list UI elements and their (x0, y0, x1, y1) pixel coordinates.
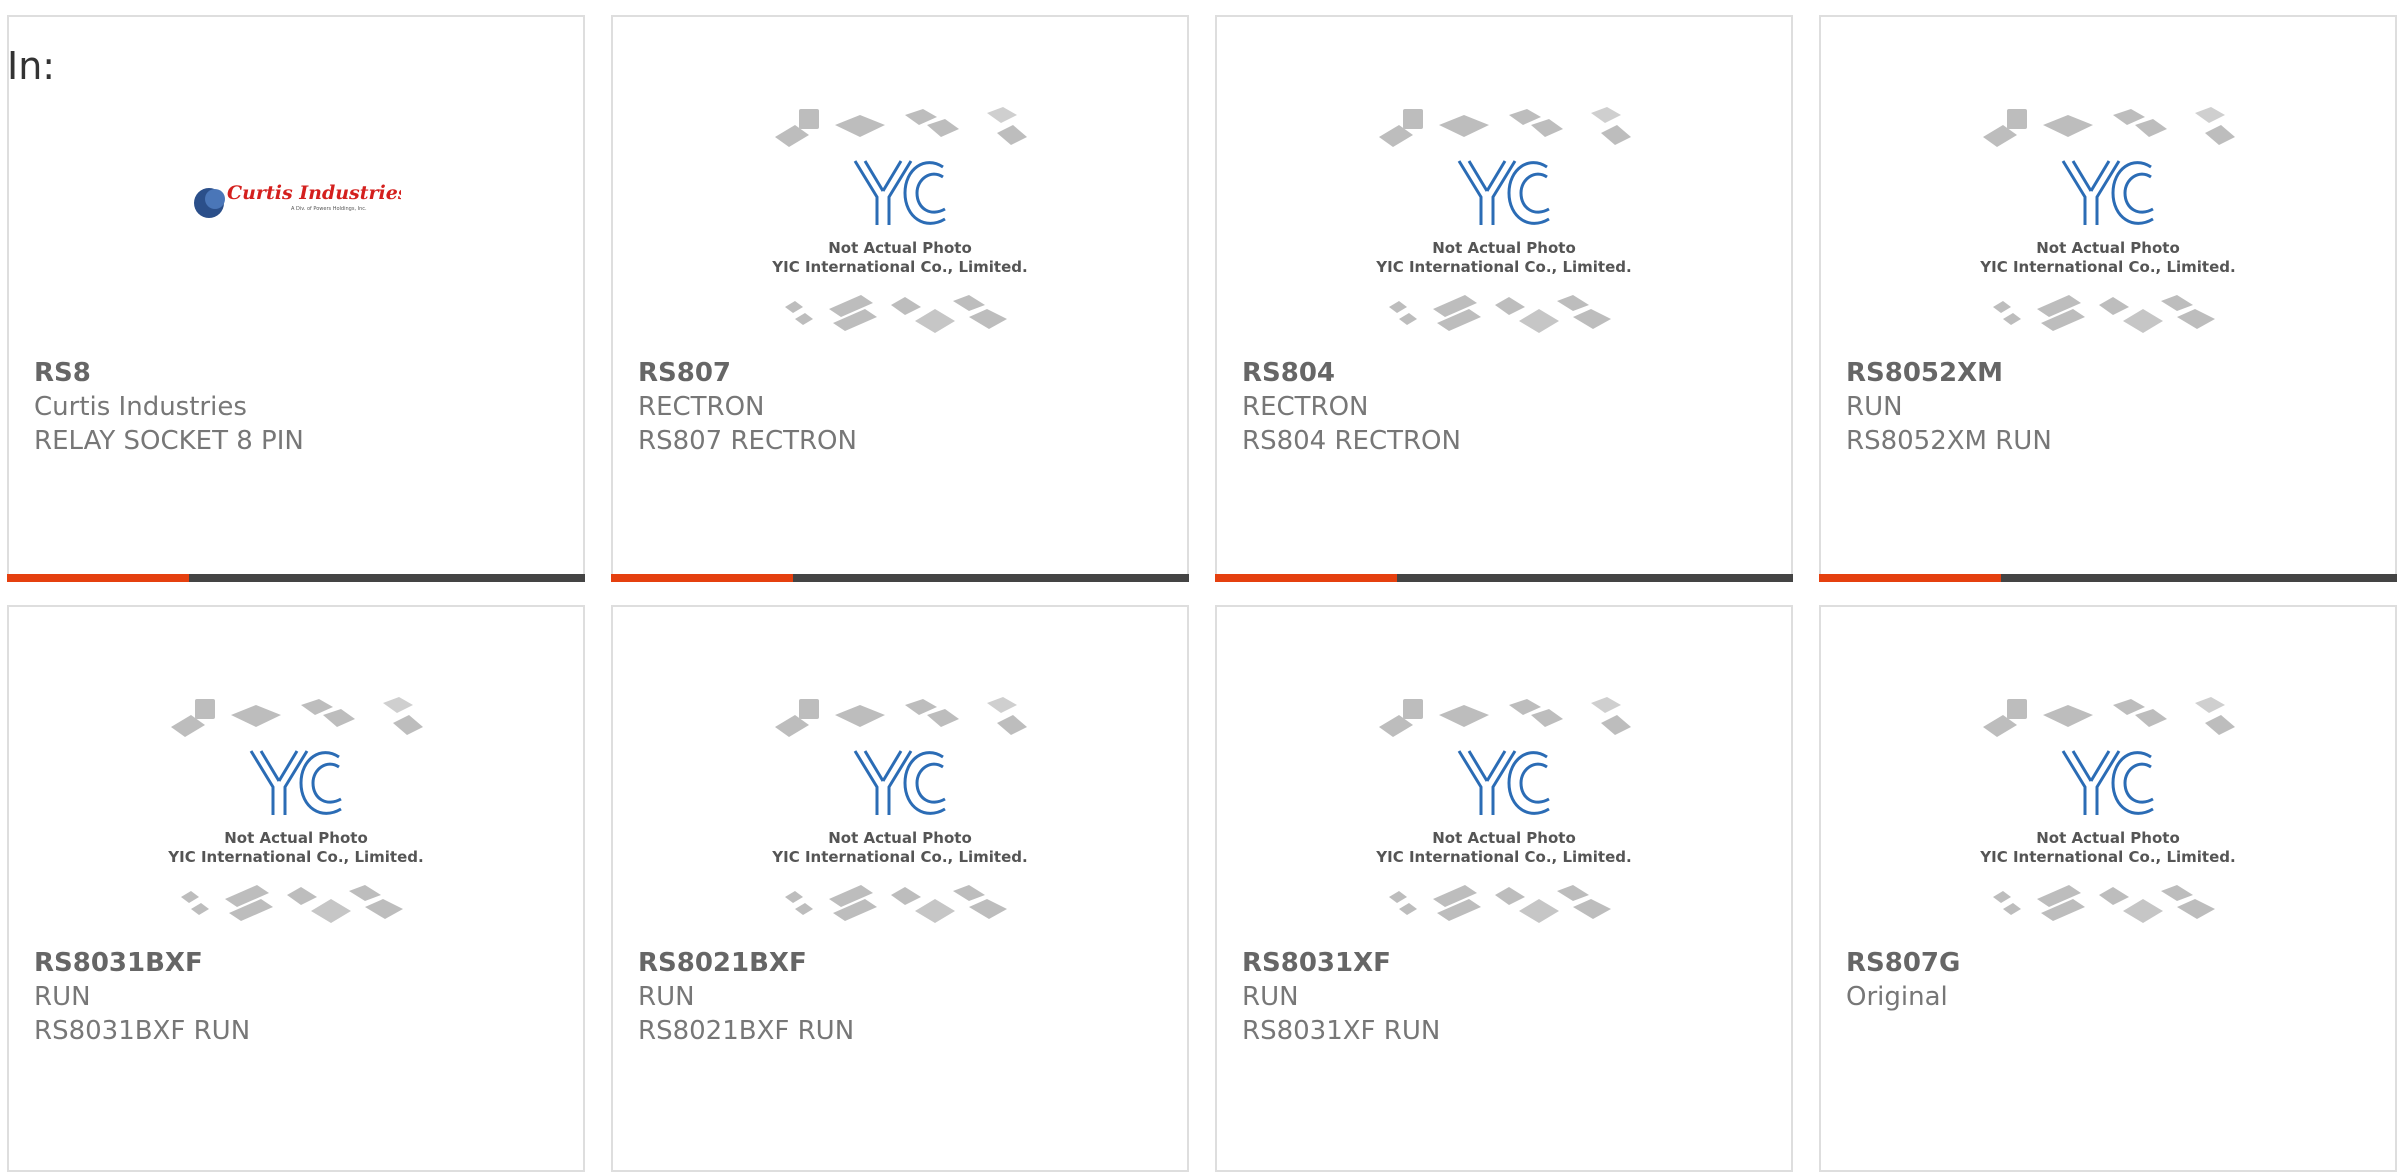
card-bar (611, 574, 1189, 582)
curtis-logo: Curtis Industries A Div. of Powers Holdi… (191, 177, 409, 367)
product-image[interactable]: Not Actual Photo YIC International Co., … (9, 687, 583, 957)
product-card[interactable]: Not Actual Photo YIC International Co., … (1819, 15, 2397, 582)
yic-placeholder-graphic: Not Actual Photo YIC International Co., … (771, 697, 1028, 923)
svg-text:YIC International Co., Limited: YIC International Co., Limited. (771, 258, 1027, 276)
product-image[interactable]: Not Actual Photo YIC International Co., … (1821, 687, 2395, 957)
yic-placeholder-graphic: Not Actual Photo YIC International Co., … (1375, 107, 1632, 333)
description: RS804 RECTRON (1242, 426, 1461, 456)
manufacturer: Curtis Industries (34, 392, 247, 422)
product-image[interactable]: Not Actual Photo YIC International Co., … (613, 97, 1187, 367)
svg-text:Not Actual Photo: Not Actual Photo (2036, 829, 2180, 847)
product-card[interactable]: Not Actual Photo YIC International Co., … (1215, 605, 1793, 1172)
card-bar (1819, 574, 2397, 582)
part-number[interactable]: RS8052XM (1846, 356, 2052, 390)
description: RS8021BXF RUN (638, 1016, 855, 1046)
manufacturer: RUN (1846, 392, 1903, 422)
description: RS8031BXF RUN (34, 1016, 251, 1046)
description: RELAY SOCKET 8 PIN (34, 426, 304, 456)
svg-text:Not Actual Photo: Not Actual Photo (1432, 239, 1576, 257)
svg-text:Not Actual Photo: Not Actual Photo (2036, 239, 2180, 257)
yic-placeholder-graphic: Not Actual Photo YIC International Co., … (1375, 697, 1632, 923)
product-image[interactable]: Curtis Industries A Div. of Powers Holdi… (9, 97, 583, 367)
svg-text:YIC International Co., Limited: YIC International Co., Limited. (167, 848, 423, 866)
part-number[interactable]: RS8031XF (1242, 946, 1440, 980)
svg-text:YIC International Co., Limited: YIC International Co., Limited. (771, 848, 1027, 866)
product-card[interactable]: Not Actual Photo YIC International Co., … (1215, 15, 1793, 582)
product-card[interactable]: Not Actual Photo YIC International Co., … (1819, 605, 2397, 1172)
curtis-logo-name: Curtis Industries (227, 182, 401, 204)
svg-text:Not Actual Photo: Not Actual Photo (828, 829, 972, 847)
svg-text:Not Actual Photo: Not Actual Photo (828, 239, 972, 257)
card-bar (1215, 574, 1793, 582)
part-number[interactable]: RS807 (638, 356, 857, 390)
description: RS8031XF RUN (1242, 1016, 1441, 1046)
part-number[interactable]: RS8031BXF (34, 946, 250, 980)
product-image[interactable]: Not Actual Photo YIC International Co., … (1821, 97, 2395, 367)
curtis-logo-tagline: A Div. of Powers Holdings, Inc. (291, 206, 367, 212)
svg-text:YIC International Co., Limited: YIC International Co., Limited. (1979, 258, 2235, 276)
product-card[interactable]: Not Actual Photo YIC International Co., … (611, 15, 1189, 582)
yic-placeholder-graphic: Not Actual Photo YIC International Co., … (771, 107, 1028, 333)
svg-text:Not Actual Photo: Not Actual Photo (224, 829, 368, 847)
manufacturer: RUN (34, 982, 91, 1012)
manufacturer: RECTRON (1242, 392, 1369, 422)
yic-placeholder-graphic: Not Actual Photo YIC International Co., … (1979, 107, 2236, 333)
part-number[interactable]: RS8 (34, 356, 304, 390)
product-image[interactable]: Not Actual Photo YIC International Co., … (1217, 687, 1791, 957)
card-bar (7, 574, 585, 582)
svg-text:Not Actual Photo: Not Actual Photo (1432, 829, 1576, 847)
part-number[interactable]: RS804 (1242, 356, 1461, 390)
product-card[interactable]: Not Actual Photo YIC International Co., … (7, 605, 585, 1172)
product-image[interactable]: Not Actual Photo YIC International Co., … (613, 687, 1187, 957)
product-image[interactable]: Not Actual Photo YIC International Co., … (1217, 97, 1791, 367)
in-label: In: (7, 44, 56, 88)
svg-text:YIC International Co., Limited: YIC International Co., Limited. (1375, 848, 1631, 866)
description: RS8052XM RUN (1846, 426, 2052, 456)
yic-placeholder-graphic: Not Actual Photo YIC International Co., … (167, 697, 424, 923)
product-card[interactable]: Curtis Industries A Div. of Powers Holdi… (7, 15, 585, 582)
manufacturer: Original (1846, 982, 1948, 1012)
svg-text:YIC International Co., Limited: YIC International Co., Limited. (1375, 258, 1631, 276)
svg-text:YIC International Co., Limited: YIC International Co., Limited. (1979, 848, 2235, 866)
manufacturer: RECTRON (638, 392, 765, 422)
product-card[interactable]: Not Actual Photo YIC International Co., … (611, 605, 1189, 1172)
part-number[interactable]: RS8021BXF (638, 946, 854, 980)
manufacturer: RUN (1242, 982, 1299, 1012)
part-number[interactable]: RS807G (1846, 946, 1960, 980)
description: RS807 RECTRON (638, 426, 857, 456)
manufacturer: RUN (638, 982, 695, 1012)
yic-placeholder-graphic: Not Actual Photo YIC International Co., … (1979, 697, 2236, 923)
